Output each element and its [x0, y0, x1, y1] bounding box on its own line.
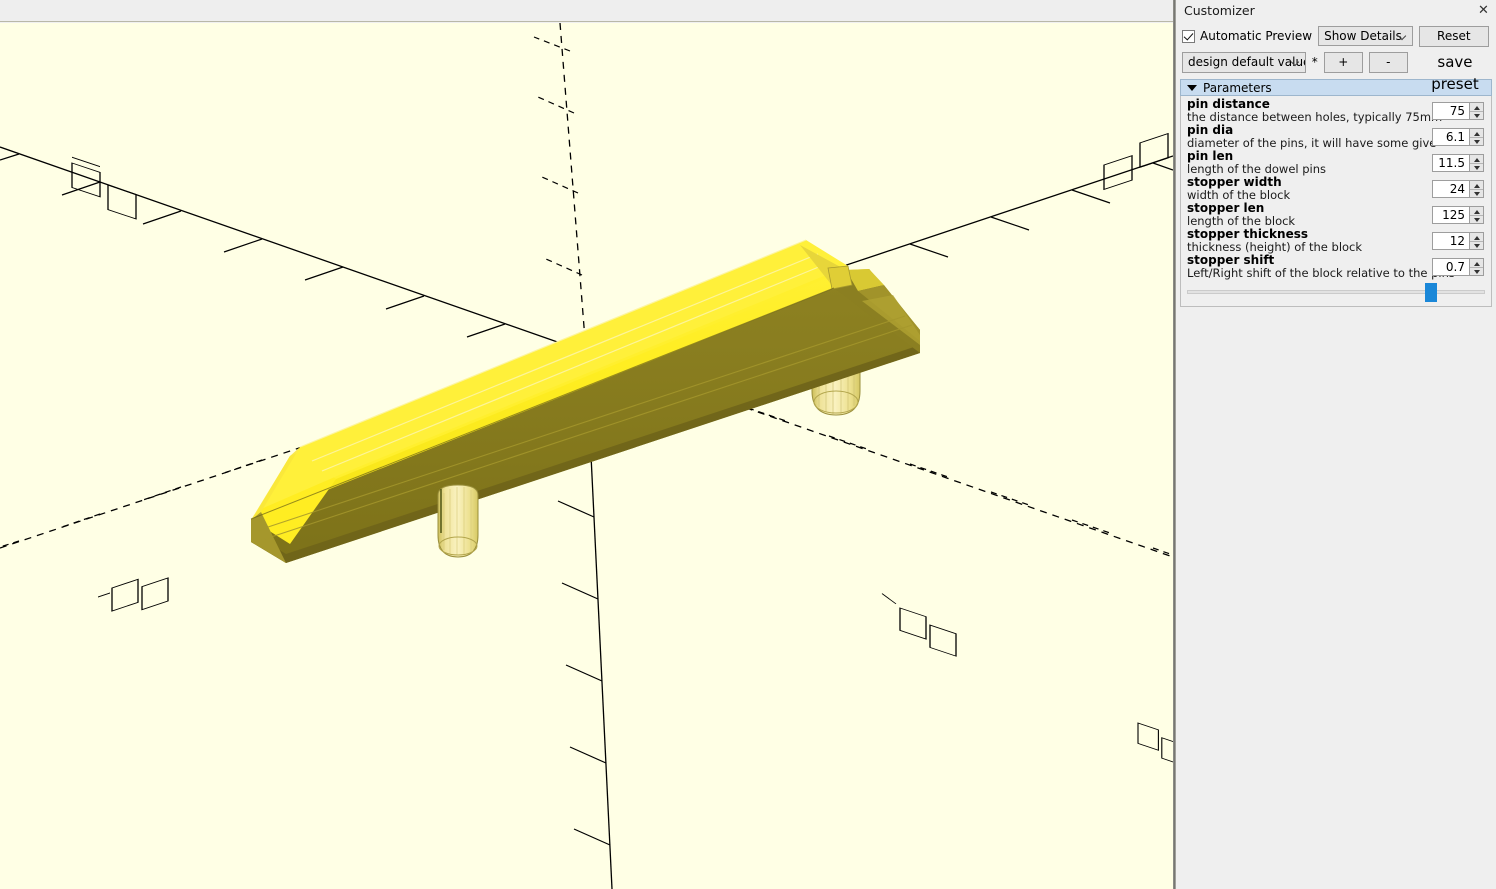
- spinner-buttons: [1469, 232, 1484, 250]
- modified-marker: *: [1311, 55, 1318, 69]
- slider-track: [1187, 290, 1485, 294]
- triangle-down-icon: [1187, 84, 1197, 91]
- parameter-list: pin distance the distance between holes, …: [1180, 96, 1492, 307]
- slider-handle[interactable]: [1425, 283, 1438, 302]
- save-preset-button[interactable]: save preset: [1413, 50, 1496, 93]
- preview-toolbar-row: Automatic Preview Show Details Reset: [1176, 22, 1496, 48]
- close-icon[interactable]: ✕: [1475, 3, 1492, 19]
- spinner-up-icon[interactable]: [1470, 233, 1483, 242]
- parameter-value-input[interactable]: 11.5: [1432, 154, 1469, 172]
- automatic-preview-label: Automatic Preview: [1200, 29, 1313, 43]
- parameter-row: pin len length of the dowel pins 11.5: [1181, 150, 1491, 176]
- parameter-value-input[interactable]: 0.7: [1432, 258, 1469, 276]
- spinner-up-icon[interactable]: [1470, 207, 1483, 216]
- spinner-down-icon[interactable]: [1470, 216, 1483, 224]
- chevron-down-icon: [1399, 33, 1407, 38]
- openscad-window: Customizer ✕ Automatic Preview Show Deta…: [0, 0, 1496, 889]
- parameter-value-input[interactable]: 6.1: [1432, 128, 1469, 146]
- parameters-scroll-slider[interactable]: [1187, 282, 1485, 302]
- customizer-title-bar: Customizer ✕: [1176, 0, 1496, 22]
- details-dropdown-value: Show Details: [1324, 29, 1402, 43]
- parameter-value-input[interactable]: 75: [1432, 102, 1469, 120]
- 3d-scene: [0, 23, 1173, 889]
- spinner-down-icon[interactable]: [1470, 190, 1483, 198]
- parameters-group-label: Parameters: [1203, 80, 1272, 95]
- spinner-buttons: [1469, 128, 1484, 146]
- 3d-viewport[interactable]: [0, 23, 1173, 889]
- spinner-buttons: [1469, 206, 1484, 224]
- parameter-value-input[interactable]: 12: [1432, 232, 1469, 250]
- spinner-down-icon[interactable]: [1470, 164, 1483, 172]
- parameter-spinbox[interactable]: 125: [1432, 206, 1484, 224]
- parameter-row: stopper shift Left/Right shift of the blo…: [1181, 254, 1491, 280]
- add-preset-button[interactable]: +: [1323, 51, 1363, 73]
- spinner-down-icon[interactable]: [1470, 138, 1483, 146]
- parameter-value-input[interactable]: 24: [1432, 180, 1469, 198]
- parameter-row: stopper thickness thickness (height) of t…: [1181, 228, 1491, 254]
- checkbox-checked-icon: [1182, 29, 1195, 43]
- spinner-buttons: [1469, 258, 1484, 276]
- chevron-down-icon: [1292, 59, 1300, 64]
- spinner-up-icon[interactable]: [1470, 103, 1483, 112]
- customizer-panel: Customizer ✕ Automatic Preview Show Deta…: [1176, 0, 1496, 889]
- panel-title-label: Customizer: [1184, 3, 1255, 18]
- preset-dropdown[interactable]: design default values: [1182, 51, 1306, 73]
- spinner-buttons: [1469, 154, 1484, 172]
- block-front-face: [251, 269, 920, 563]
- parameter-spinbox[interactable]: 0.7: [1432, 258, 1484, 276]
- spinner-up-icon[interactable]: [1470, 155, 1483, 164]
- parameter-spinbox[interactable]: 11.5: [1432, 154, 1484, 172]
- spinner-down-icon[interactable]: [1470, 112, 1483, 120]
- reset-button[interactable]: Reset: [1418, 25, 1489, 47]
- parameter-row: stopper len length of the block 125: [1181, 202, 1491, 228]
- spinner-buttons: [1469, 180, 1484, 198]
- preset-dropdown-value: design default values: [1188, 54, 1306, 69]
- parameter-row: pin dia diameter of the pins, it will hav…: [1181, 124, 1491, 150]
- spinner-buttons: [1469, 102, 1484, 120]
- spinner-up-icon[interactable]: [1470, 129, 1483, 138]
- preset-toolbar-row: design default values * + - save preset: [1176, 48, 1496, 93]
- parameter-spinbox[interactable]: 6.1: [1432, 128, 1484, 146]
- parameter-value-input[interactable]: 125: [1432, 206, 1469, 224]
- parameter-spinbox[interactable]: 24: [1432, 180, 1484, 198]
- viewport-top-strip: [0, 0, 1173, 22]
- parameter-spinbox[interactable]: 12: [1432, 232, 1484, 250]
- details-dropdown[interactable]: Show Details: [1318, 26, 1413, 46]
- stopper-block-model: [250, 239, 920, 563]
- remove-preset-button[interactable]: -: [1368, 51, 1408, 73]
- spinner-down-icon[interactable]: [1470, 268, 1483, 276]
- parameter-row: pin distance the distance between holes, …: [1181, 98, 1491, 124]
- spinner-up-icon[interactable]: [1470, 181, 1483, 190]
- parameter-spinbox[interactable]: 75: [1432, 102, 1484, 120]
- dowel-pin-near: [437, 484, 479, 558]
- automatic-preview-checkbox[interactable]: Automatic Preview: [1182, 29, 1312, 43]
- spinner-down-icon[interactable]: [1470, 242, 1483, 250]
- spinner-up-icon[interactable]: [1470, 259, 1483, 268]
- parameter-row: stopper width width of the block 24: [1181, 176, 1491, 202]
